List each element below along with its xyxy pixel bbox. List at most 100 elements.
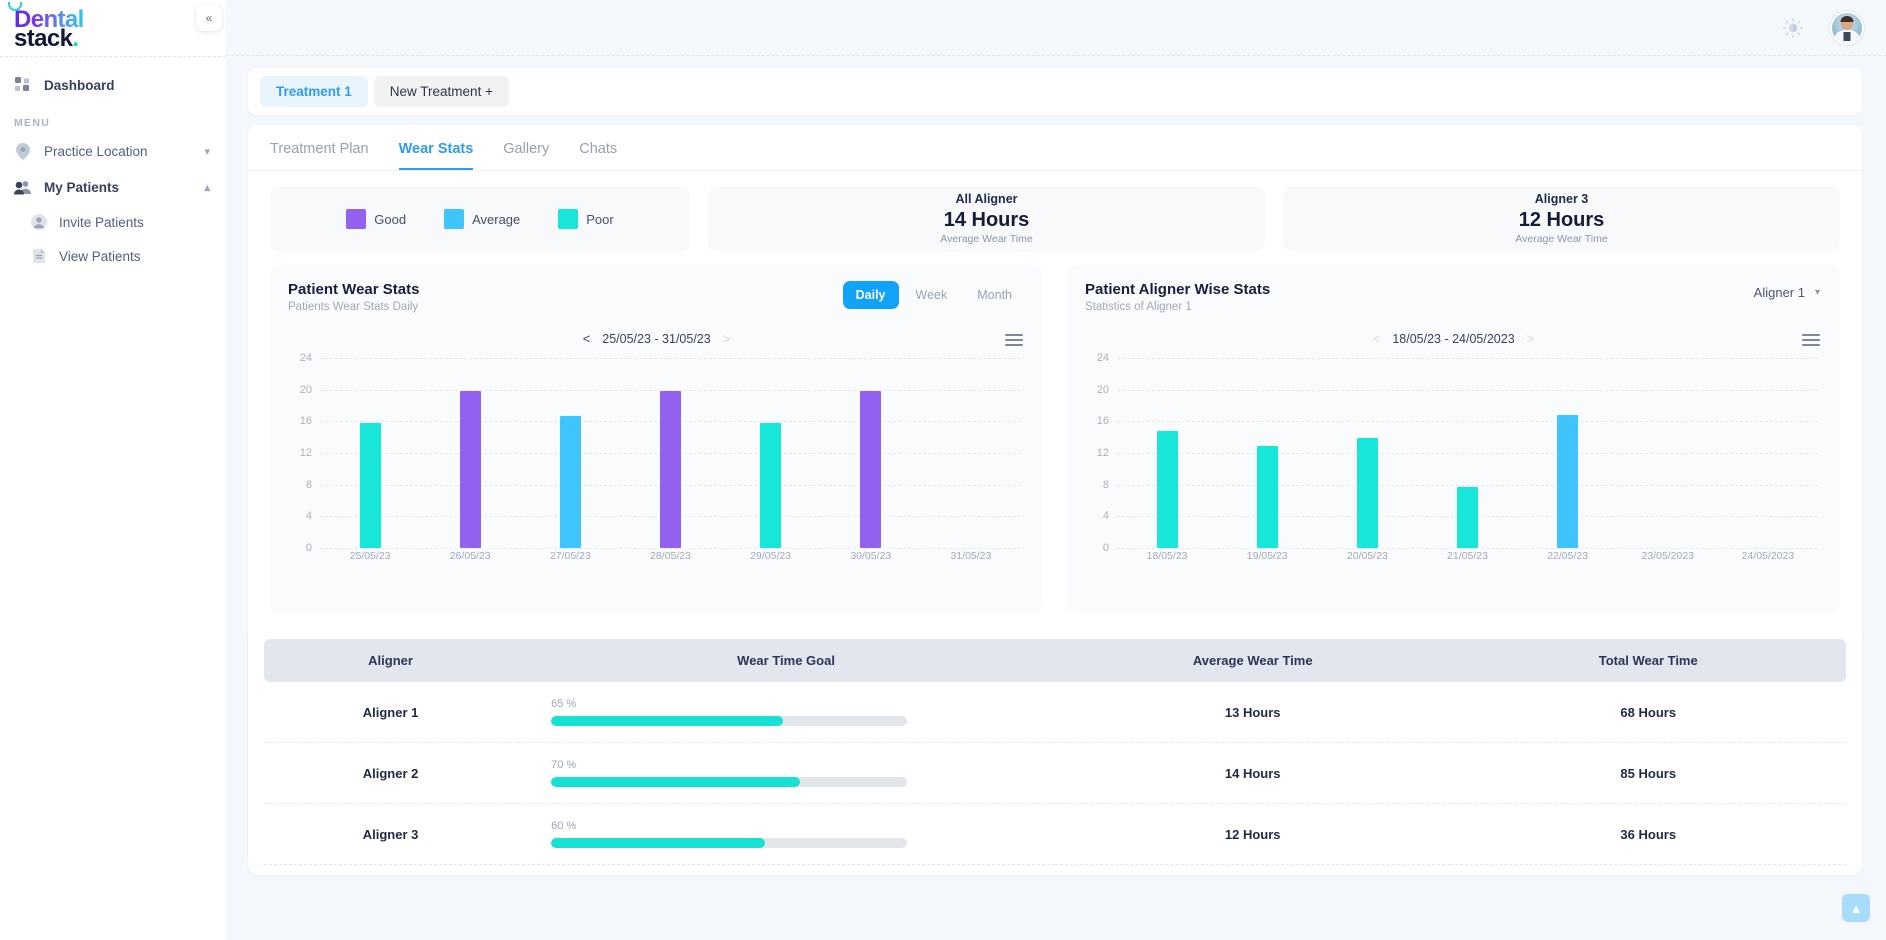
summary-cards-row: Good Average Poor All Aligner 14 Hours A…	[248, 171, 1862, 251]
chevron-down-icon[interactable]: ▾	[204, 145, 210, 158]
left-chart-hamburger-menu-icon[interactable]	[1005, 331, 1023, 349]
right-chart-title: Patient Aligner Wise Stats	[1085, 281, 1271, 298]
x-tick-label: 22/05/23	[1547, 550, 1589, 562]
grid-line	[1117, 548, 1818, 549]
table-row: Aligner 1 65 % 13 Hours 68 Hours	[264, 682, 1846, 743]
brand-logo[interactable]: Dental stack.	[0, 0, 226, 56]
column-header-total-wear-time: Total Wear Time	[1450, 639, 1846, 682]
cell-aligner: Aligner 2	[362, 765, 419, 781]
tab-treatment-plan[interactable]: Treatment Plan	[270, 141, 369, 170]
wear-quality-legend: Good Average Poor	[270, 187, 690, 251]
cell-wear-time-goal: 65 %	[517, 682, 1055, 743]
y-tick-label: 20	[299, 383, 312, 396]
bar-good[interactable]	[659, 391, 681, 548]
tab-wear-stats[interactable]: Wear Stats	[398, 141, 474, 170]
bar-slot	[1718, 358, 1818, 548]
avatar[interactable]	[1830, 10, 1864, 45]
x-tick-label: 18/05/23	[1146, 550, 1188, 562]
sidebar-item-practice-location[interactable]: Practice Location ▾	[0, 133, 226, 169]
bar-poor[interactable]	[1356, 437, 1378, 548]
sidebar-item-view-patients[interactable]: View Patients	[0, 239, 226, 273]
cell-total-wear-time: 85 Hours	[1620, 765, 1677, 781]
tab-gallery[interactable]: Gallery	[503, 141, 549, 170]
table-body: Aligner 1 65 % 13 Hours 68 Hours Aligner 2 70…	[264, 682, 1846, 865]
cell-wear-time-goal: 60 %	[517, 804, 1055, 865]
stat-card-all-aligner-value: 14 Hours	[943, 209, 1030, 232]
chevron-up-icon: ▲	[1849, 900, 1863, 916]
goal-progress-fill	[551, 838, 765, 848]
right-chart-hamburger-menu-icon[interactable]	[1802, 331, 1820, 349]
sun-moon-toggle-icon[interactable]	[1782, 17, 1804, 39]
legend-label-average: Average	[472, 211, 521, 227]
location-pin-icon	[14, 142, 32, 160]
sidebar-item-dashboard[interactable]: Dashboard	[0, 67, 226, 103]
patient-aligner-wise-stats-chart-card: Patient Aligner Wise Stats Statistics of…	[1067, 265, 1840, 613]
bar-slot	[721, 358, 821, 548]
period-daily-button[interactable]: Daily	[842, 281, 899, 309]
sidebar-collapse-button[interactable]: «	[196, 5, 222, 31]
right-range-next-button[interactable]: >	[1527, 331, 1535, 346]
aligner-select-dropdown[interactable]: Aligner 1 ▾	[1752, 281, 1822, 304]
bar-slot	[1417, 358, 1517, 548]
right-chart-y-axis: 0 4 8 12 16 20 24	[1085, 352, 1115, 554]
cell-wear-time-goal: 70 %	[517, 743, 1055, 804]
y-tick-label: 12	[299, 447, 312, 459]
sidebar-item-invite-patients[interactable]: Invite Patients	[0, 205, 226, 239]
goal-progress-fill	[551, 777, 801, 787]
left-range-next-button[interactable]: >	[723, 331, 731, 346]
scroll-to-top-button[interactable]: ▲	[1842, 894, 1870, 922]
column-header-aligner: Aligner	[264, 639, 518, 682]
bar-slot	[520, 358, 620, 548]
bar-good[interactable]	[860, 391, 882, 548]
period-week-button[interactable]: Week	[903, 281, 961, 309]
x-tick-label: 31/05/23	[950, 550, 992, 562]
charts-row: Patient Wear Stats Patients Wear Stats D…	[248, 251, 1862, 613]
chevron-up-icon[interactable]: ▴	[204, 181, 210, 194]
legend-swatch-poor	[558, 209, 579, 229]
x-tick-label: 26/05/23	[449, 550, 491, 562]
bar-average[interactable]	[1557, 415, 1579, 548]
left-range-prev-button[interactable]: <	[583, 331, 591, 346]
bar-poor[interactable]	[359, 422, 381, 548]
bar-average[interactable]	[559, 415, 581, 548]
legend-item-poor: Poor	[558, 209, 614, 229]
bar-slot	[420, 358, 520, 548]
bar-slot	[1117, 358, 1217, 548]
treatment-tab-new-treatment[interactable]: New Treatment +	[373, 76, 509, 107]
y-tick-label: 24	[1096, 352, 1109, 364]
y-tick-label: 8	[305, 478, 312, 491]
bar-poor[interactable]	[1156, 430, 1178, 548]
bar-slot	[320, 358, 420, 548]
right-chart-plot: 0 4 8 12 16 20 24 18/05/23 19/05/23 20/05/23 21/0…	[1085, 352, 1822, 570]
sidebar-item-my-patients[interactable]: My Patients ▴	[0, 169, 226, 205]
table-row: Aligner 2 70 % 14 Hours 85 Hours	[264, 743, 1846, 804]
treatment-tab-treatment-1[interactable]: Treatment 1	[260, 76, 368, 107]
cell-average-wear-time: 12 Hours	[1224, 826, 1281, 842]
bar-slot	[921, 358, 1021, 548]
bar-poor[interactable]	[1456, 487, 1478, 548]
stat-card-aligner-3: Aligner 3 12 Hours Average Wear Time	[1283, 187, 1840, 251]
y-tick-label: 24	[299, 352, 312, 364]
y-tick-label: 4	[305, 510, 312, 523]
treatment-tabbar: Treatment 1 New Treatment +	[248, 68, 1862, 115]
stat-card-all-aligner: All Aligner 14 Hours Average Wear Time	[708, 187, 1265, 251]
stat-card-all-aligner-title: All Aligner	[955, 192, 1018, 207]
sidebar: Dental stack. Dashboard MENU Practice Lo…	[0, 0, 226, 940]
sidebar-item-practice-location-label: Practice Location	[44, 143, 148, 159]
bar-poor[interactable]	[1256, 445, 1278, 548]
content-area: Treatment 1 New Treatment + Treatment Pl…	[226, 56, 1886, 940]
bar-poor[interactable]	[760, 422, 782, 548]
x-tick-label: 28/05/23	[650, 550, 691, 562]
grid-icon	[14, 76, 32, 94]
right-range-prev-button[interactable]: <	[1373, 331, 1381, 346]
y-tick-label: 16	[299, 415, 312, 428]
bar-slot	[1217, 358, 1317, 548]
cell-aligner: Aligner 3	[362, 826, 419, 842]
left-chart-bars	[320, 358, 1021, 548]
period-month-button[interactable]: Month	[964, 281, 1025, 309]
tab-chats[interactable]: Chats	[579, 141, 617, 170]
bar-good[interactable]	[459, 391, 481, 548]
patient-wear-stats-chart-card: Patient Wear Stats Patients Wear Stats D…	[270, 265, 1043, 613]
legend-label-poor: Poor	[586, 211, 614, 227]
goal-percent-label: 60 %	[551, 820, 577, 832]
